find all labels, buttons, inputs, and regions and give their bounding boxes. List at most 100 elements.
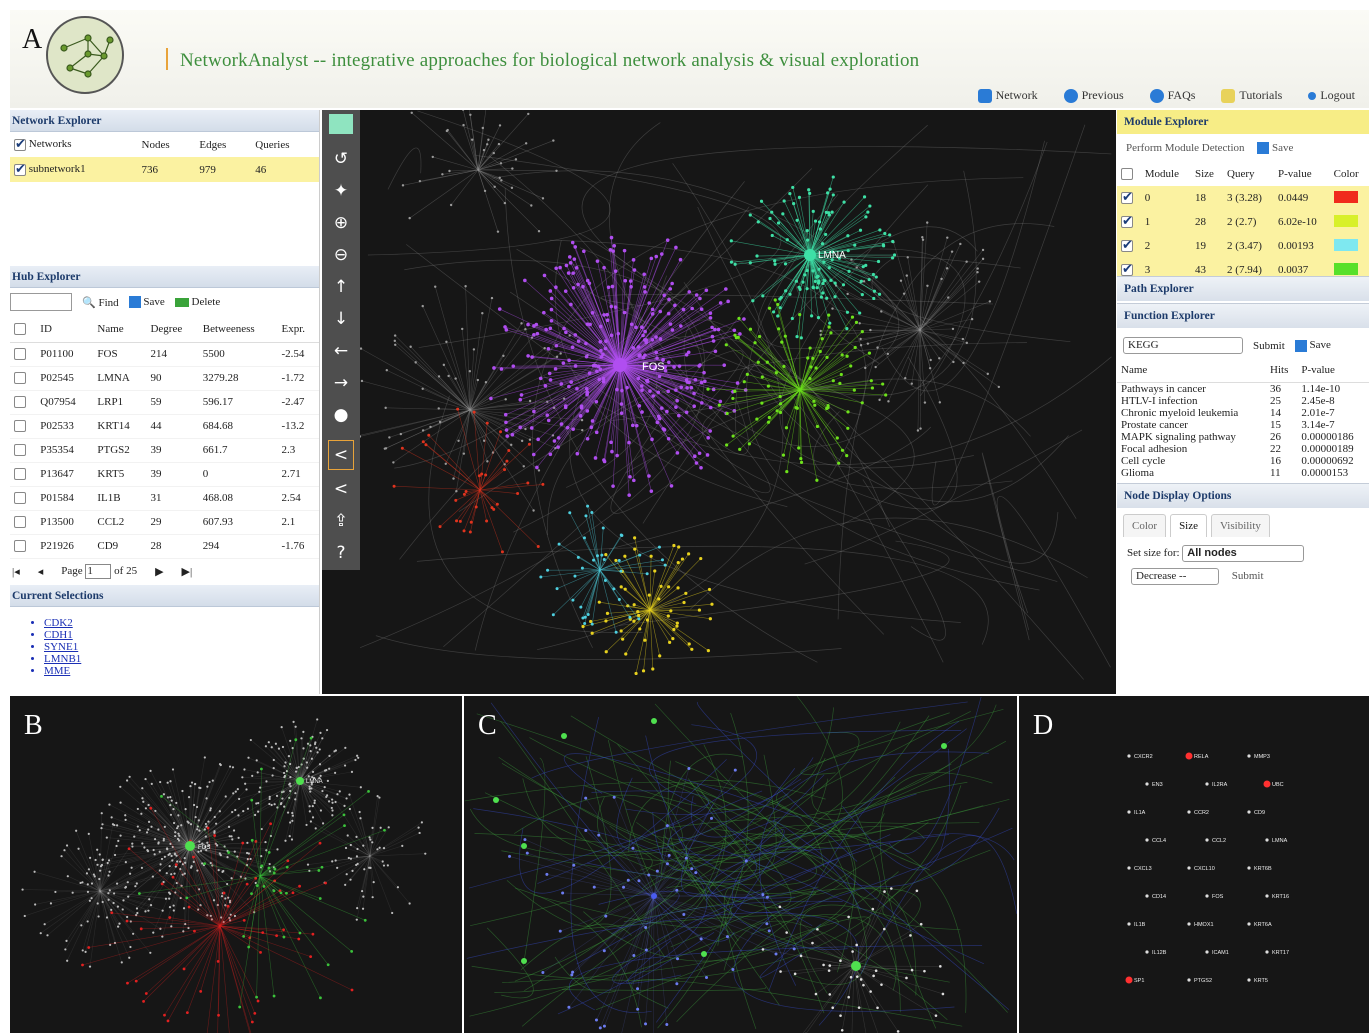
selection-link[interactable]: CDH1 — [44, 629, 319, 641]
delete-button[interactable]: Delete — [174, 296, 220, 308]
row-checkbox[interactable] — [14, 348, 26, 361]
node-icon[interactable]: ● — [330, 404, 352, 426]
arrow-right-icon[interactable]: → — [330, 372, 352, 394]
last-page-icon[interactable]: ▶| — [182, 565, 193, 578]
selection-link[interactable]: MME — [44, 665, 319, 677]
nav-tutorials-link[interactable]: Tutorials — [1221, 88, 1282, 103]
row-checkbox[interactable] — [1121, 189, 1133, 205]
save-button[interactable]: Save — [128, 296, 165, 309]
select-all-checkbox[interactable] — [14, 136, 26, 152]
zoom-in-icon[interactable]: ⊕ — [330, 212, 352, 234]
column-header[interactable]: Edges — [195, 132, 251, 157]
arrow-up-icon[interactable]: ↑ — [330, 276, 352, 298]
column-header[interactable]: Expr. — [278, 316, 319, 342]
arrow-down-icon[interactable]: ↓ — [330, 308, 352, 330]
column-header[interactable]: Degree — [146, 316, 198, 342]
hub-search-input[interactable] — [10, 293, 72, 311]
table-row[interactable]: 1 28 2 (2.7) 6.02e-10 — [1117, 210, 1369, 234]
network-graph[interactable]: FOS LMNA — [360, 110, 1116, 694]
prev-page-icon[interactable]: ◂ — [38, 565, 44, 578]
table-row[interactable]: P02545 LMNA 90 3279.28 -1.72 — [10, 366, 319, 390]
row-checkbox[interactable] — [14, 540, 26, 553]
nav-faqs-link[interactable]: FAQs — [1149, 88, 1195, 103]
column-header[interactable]: Nodes — [138, 132, 196, 157]
function-save-button[interactable]: Save — [1294, 339, 1331, 352]
table-row[interactable]: P02533 KRT14 44 684.68 -13.2 — [10, 414, 319, 438]
row-checkbox[interactable] — [1121, 261, 1133, 277]
column-header[interactable]: Module — [1141, 162, 1191, 186]
first-page-icon[interactable]: |◂ — [12, 565, 20, 578]
row-checkbox[interactable] — [14, 372, 26, 385]
column-header[interactable]: ID — [36, 316, 93, 342]
tab-size[interactable]: Size — [1170, 513, 1208, 537]
table-row[interactable]: P01100 FOS 214 5500 -2.54 — [10, 342, 319, 366]
column-header[interactable]: P-value — [1297, 358, 1369, 382]
row-checkbox[interactable] — [14, 468, 26, 481]
export-icon[interactable]: ⇪ — [330, 510, 352, 532]
reset-icon[interactable]: ↺ — [330, 148, 352, 170]
table-row[interactable]: Cell cycle 16 0.00000692 — [1117, 455, 1369, 467]
table-row[interactable]: P01584 IL1B 31 468.08 2.54 — [10, 486, 319, 510]
nav-previous-link[interactable]: Previous — [1063, 88, 1124, 103]
column-header[interactable]: P-value — [1274, 162, 1330, 186]
next-page-icon[interactable]: ▶ — [155, 565, 163, 578]
table-row[interactable]: P21926 CD9 28 294 -1.76 — [10, 534, 319, 558]
tab-color[interactable]: Color — [1123, 513, 1167, 537]
column-header[interactable]: Hits — [1266, 358, 1297, 382]
selection-link[interactable]: SYNE1 — [44, 641, 319, 653]
table-row[interactable]: subnetwork1 736 979 46 — [10, 157, 319, 182]
help-icon[interactable]: ? — [330, 542, 352, 564]
table-row[interactable]: HTLV-I infection 25 2.45e-8 — [1117, 395, 1369, 407]
table-row[interactable]: Pathways in cancer 36 1.14e-10 — [1117, 382, 1369, 395]
table-row[interactable]: Chronic myeloid leukemia 14 2.01e-7 — [1117, 407, 1369, 419]
selection-link[interactable]: CDK2 — [44, 617, 319, 629]
page-input[interactable]: 1 — [85, 564, 112, 579]
table-row[interactable]: Focal adhesion 22 0.00000189 — [1117, 443, 1369, 455]
network-canvas[interactable]: FOS LMNA — [322, 110, 1116, 694]
lmna-hub-node[interactable] — [804, 249, 816, 261]
row-checkbox[interactable] — [14, 420, 26, 433]
node-size-submit-button[interactable]: Submit — [1232, 570, 1264, 582]
table-row[interactable]: Prostate cancer 15 3.14e-7 — [1117, 419, 1369, 431]
row-checkbox[interactable] — [1121, 213, 1133, 229]
decrease-select[interactable]: Decrease -- — [1131, 567, 1219, 585]
edge-icon[interactable]: < — [328, 440, 354, 470]
function-explorer-title[interactable]: Function Explorer — [1117, 303, 1369, 328]
select-all-checkbox[interactable] — [14, 322, 26, 335]
nav-logout-link[interactable]: Logout — [1308, 88, 1355, 103]
table-row[interactable]: P13500 CCL2 29 607.93 2.1 — [10, 510, 319, 534]
column-header[interactable]: Name — [1117, 358, 1266, 382]
row-checkbox[interactable] — [1121, 237, 1133, 253]
layout-icon[interactable]: ✦ — [330, 180, 352, 202]
row-checkbox[interactable] — [14, 516, 26, 529]
selection-link[interactable]: LMNB1 — [44, 653, 319, 665]
arrow-left-icon[interactable]: ← — [330, 340, 352, 362]
module-color-swatch[interactable] — [1333, 214, 1358, 227]
column-header[interactable]: Query — [1223, 162, 1274, 186]
column-header[interactable]: Name — [93, 316, 146, 342]
row-checkbox[interactable] — [14, 492, 26, 505]
row-checkbox[interactable] — [14, 161, 26, 177]
column-header[interactable]: Size — [1191, 162, 1223, 186]
column-header[interactable]: Betweeness — [199, 316, 278, 342]
module-detection-button[interactable]: Perform Module Detection — [1126, 142, 1245, 154]
function-submit-button[interactable]: Submit — [1253, 340, 1285, 352]
color-swatch-button[interactable] — [329, 114, 353, 134]
find-button[interactable]: 🔍 Find — [82, 296, 119, 309]
table-row[interactable]: P35354 PTGS2 39 661.7 2.3 — [10, 438, 319, 462]
row-checkbox[interactable] — [14, 444, 26, 457]
module-save-button[interactable]: Save — [1257, 142, 1293, 155]
column-header[interactable]: Color — [1330, 162, 1369, 186]
module-color-swatch[interactable] — [1333, 190, 1358, 203]
select-all-checkbox[interactable] — [1121, 168, 1133, 181]
zoom-out-icon[interactable]: ⊖ — [330, 244, 352, 266]
table-row[interactable]: Q07954 LRP1 59 596.17 -2.47 — [10, 390, 319, 414]
path-explorer-title[interactable]: Path Explorer — [1117, 276, 1369, 301]
table-row[interactable]: P13647 KRT5 39 0 2.71 — [10, 462, 319, 486]
module-color-swatch[interactable] — [1333, 262, 1358, 275]
table-row[interactable]: 2 19 2 (3.47) 0.00193 — [1117, 234, 1369, 258]
database-select[interactable]: KEGG — [1123, 337, 1243, 354]
set-size-select[interactable]: All nodes — [1182, 544, 1305, 562]
module-color-swatch[interactable] — [1333, 238, 1358, 251]
share-icon[interactable]: < — [330, 478, 352, 500]
